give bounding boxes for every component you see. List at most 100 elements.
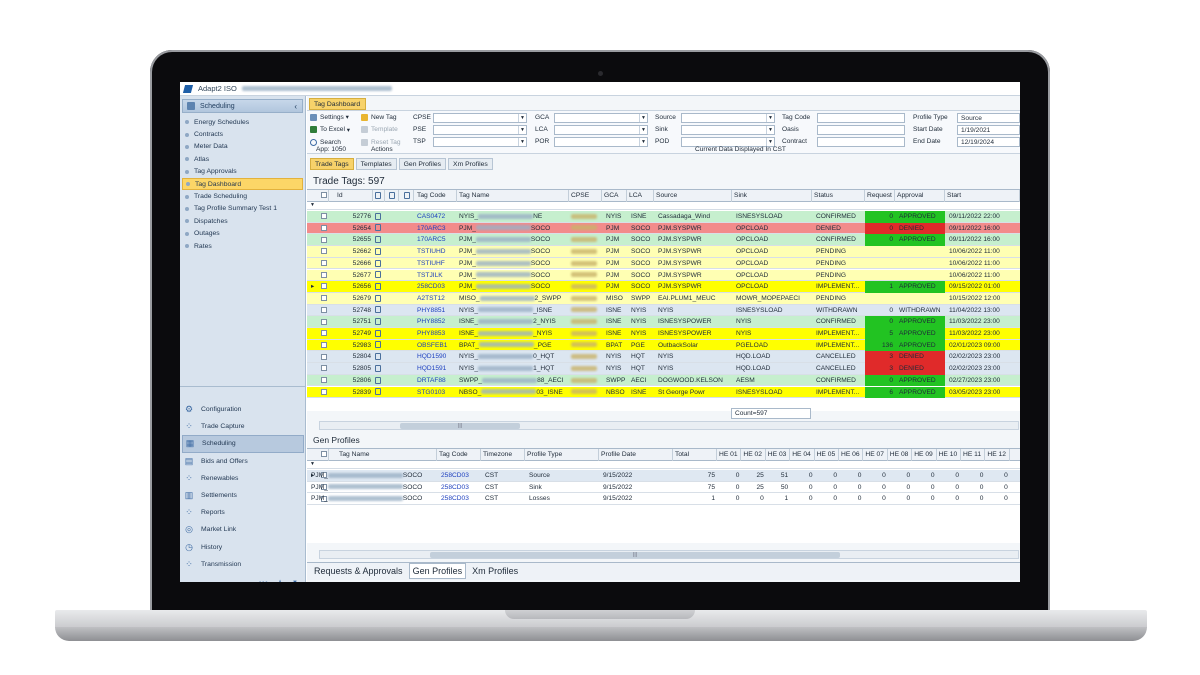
tag-code-cell[interactable]: TSTJILK xyxy=(415,270,457,282)
row-checkbox-cell[interactable] xyxy=(319,234,329,246)
filter-icon[interactable]: ▼ xyxy=(310,202,315,208)
gca-select[interactable]: ▼ xyxy=(554,113,648,123)
attachment-cell[interactable] xyxy=(373,316,385,328)
column-header[interactable]: Total xyxy=(673,449,717,461)
column-header[interactable] xyxy=(402,190,414,202)
column-header[interactable]: Profile Date xyxy=(599,449,673,461)
attachment-cell[interactable] xyxy=(373,246,385,258)
nav-item-bids-and-offers[interactable]: ▤ Bids and Offers xyxy=(180,453,306,470)
end-date-input[interactable]: 12/19/2024 xyxy=(957,137,1020,147)
table-row[interactable]: 52804 HQD1590 NYIS_ 0_HQT NYIS HQT NYIS HQD.LOA… xyxy=(307,351,1020,364)
trade-tags-hscroll[interactable]: ||| xyxy=(319,421,1019,430)
table-row[interactable]: 52655 170ARC5 PJM_ SOCO PJM SOCO PJM.SYSPWR OPC… xyxy=(307,234,1020,247)
tag-code-cell[interactable]: 258CD03 xyxy=(439,482,481,494)
scroll-thumb[interactable]: ||| xyxy=(430,552,840,558)
attachment-cell[interactable] xyxy=(373,351,385,363)
sidebar-splitter[interactable] xyxy=(180,386,306,391)
sink-select[interactable]: ▼ xyxy=(681,125,775,135)
new-tag-button[interactable]: New Tag xyxy=(361,111,401,124)
attachment-icon[interactable] xyxy=(375,341,381,349)
sidebar-item-energy-schedules[interactable]: Energy Schedules xyxy=(180,116,305,128)
nav-item-market-link[interactable]: ◎ Market Link xyxy=(180,521,306,538)
tag-code-cell[interactable]: HQD1591 xyxy=(415,363,457,375)
attachment-icon[interactable] xyxy=(375,259,381,267)
por-select[interactable]: ▼ xyxy=(554,137,648,147)
tag-code-cell[interactable]: DRTAF88 xyxy=(415,375,457,387)
table-row[interactable]: 52776 CAS0472 NYIS_ NE NYIS ISNE Cassadaga_Win… xyxy=(307,211,1020,223)
tag-code-cell[interactable]: TSTIUHF xyxy=(415,258,457,270)
table-row[interactable]: 52748 PHY8851 NYIS_ _ISNE ISNE NYIS NYIS ISNESY… xyxy=(307,304,1020,317)
table-row[interactable]: 52806 DRTAF88 SWPP_ 88_AECI SWPP AECI DOGWOOD.… xyxy=(307,374,1020,387)
column-header[interactable]: HE 04 xyxy=(790,449,815,461)
attachment-icon[interactable] xyxy=(375,282,381,290)
column-header[interactable] xyxy=(387,190,399,202)
attachment-cell[interactable] xyxy=(373,305,385,317)
row-checkbox-cell[interactable] xyxy=(319,270,329,282)
column-header[interactable]: Id xyxy=(335,190,373,202)
column-header[interactable]: Tag Code xyxy=(415,190,457,202)
row-checkbox-cell[interactable] xyxy=(319,387,329,399)
table-row[interactable]: 52679 A2TST12 MISO_ 2_SWPP MISO SWPP EAI.PLUM1… xyxy=(307,292,1020,305)
dots-icon[interactable]: ••• xyxy=(259,578,268,582)
column-header[interactable]: Tag Name xyxy=(337,449,437,461)
tab-requests-approvals[interactable]: Requests & Approvals xyxy=(310,563,407,579)
row-checkbox[interactable] xyxy=(321,365,327,372)
attachment-cell[interactable] xyxy=(373,234,385,246)
table-row[interactable]: 52839 STG0103 NBSO_ 03_ISNE NBSO ISNE St Georg… xyxy=(307,386,1020,399)
row-checkbox[interactable] xyxy=(321,283,327,290)
column-header[interactable]: HE 05 xyxy=(815,449,839,461)
row-checkbox-cell[interactable] xyxy=(319,316,329,328)
nav-item-renewables[interactable]: ⁘ Renewables xyxy=(180,470,306,487)
row-checkbox[interactable] xyxy=(321,248,327,255)
row-checkbox[interactable] xyxy=(321,341,327,348)
attachment-icon[interactable] xyxy=(375,364,381,372)
attachment-cell[interactable] xyxy=(373,258,385,270)
chevron-left-icon[interactable]: ‹ xyxy=(294,102,297,111)
column-header[interactable]: HE 07 xyxy=(863,449,888,461)
attachment-cell[interactable] xyxy=(373,363,385,375)
nav-item-settlements[interactable]: ▥ Settlements xyxy=(180,487,306,504)
cpse-select[interactable]: ▼ xyxy=(433,113,527,123)
tag-code-cell[interactable]: 258CD03 xyxy=(415,281,457,293)
attachment-icon[interactable] xyxy=(375,376,381,384)
attachment-icon[interactable] xyxy=(375,247,381,255)
settings-button[interactable]: Settings ▾ xyxy=(310,111,350,124)
tag-code-cell[interactable]: 170ARC3 xyxy=(415,223,457,235)
column-header[interactable]: Approval xyxy=(895,190,945,202)
attachment-cell[interactable] xyxy=(373,293,385,305)
attachment-icon[interactable] xyxy=(375,212,381,220)
sidebar-item-rates[interactable]: Rates xyxy=(180,240,305,252)
tab-gen-profiles[interactable]: Gen Profiles xyxy=(398,158,447,170)
table-row[interactable]: ▸ PJM_ SOCO 258CD03 CST Source 9/15/2022 75 0 25 5… xyxy=(307,470,1020,482)
attachment-icon[interactable] xyxy=(375,318,381,326)
lca-select[interactable]: ▼ xyxy=(554,125,648,135)
row-checkbox[interactable] xyxy=(321,236,327,243)
row-checkbox-cell[interactable] xyxy=(319,293,329,305)
gen-profiles-hscroll[interactable]: ||| xyxy=(319,550,1019,559)
attachment-icon[interactable] xyxy=(375,306,381,314)
tag-code-input[interactable] xyxy=(817,113,905,123)
attachment-cell[interactable] xyxy=(373,340,385,352)
column-header[interactable]: Status xyxy=(812,190,865,202)
row-checkbox[interactable] xyxy=(321,306,327,313)
tag-code-cell[interactable]: A2TST12 xyxy=(415,293,457,305)
sidebar-item-dispatches[interactable]: Dispatches xyxy=(180,215,305,227)
table-row[interactable]: PJM_ SOCO 258CD03 CST Losses 9/15/2022 1 0 0 1 0 0 0… xyxy=(307,493,1020,506)
row-checkbox[interactable] xyxy=(321,318,327,325)
row-checkbox-cell[interactable] xyxy=(319,363,329,375)
tab-templates[interactable]: Templates xyxy=(355,158,397,170)
row-checkbox-cell[interactable] xyxy=(319,223,329,235)
profile-type-select[interactable]: Source xyxy=(957,113,1020,123)
attachment-icon[interactable] xyxy=(375,329,381,337)
column-header[interactable]: Profile Type xyxy=(525,449,599,461)
table-row[interactable]: 52662 TSTIUHD PJM_ SOCO PJM SOCO PJM.SYSPWR OPC… xyxy=(307,246,1020,258)
column-header[interactable]: Source xyxy=(654,190,732,202)
row-checkbox-cell[interactable] xyxy=(319,281,329,293)
column-header[interactable]: Request xyxy=(865,190,895,202)
table-row[interactable]: 52666 TSTIUHF PJM_ SOCO PJM SOCO PJM.SYSPWR OPC… xyxy=(307,257,1020,270)
column-header[interactable]: GCA xyxy=(602,190,627,202)
sidebar-item-tag-dashboard[interactable]: Tag Dashboard xyxy=(182,177,303,191)
tag-code-cell[interactable]: PHY8851 xyxy=(415,305,457,317)
row-checkbox-cell[interactable] xyxy=(319,328,329,340)
attachment-cell[interactable] xyxy=(373,281,385,293)
